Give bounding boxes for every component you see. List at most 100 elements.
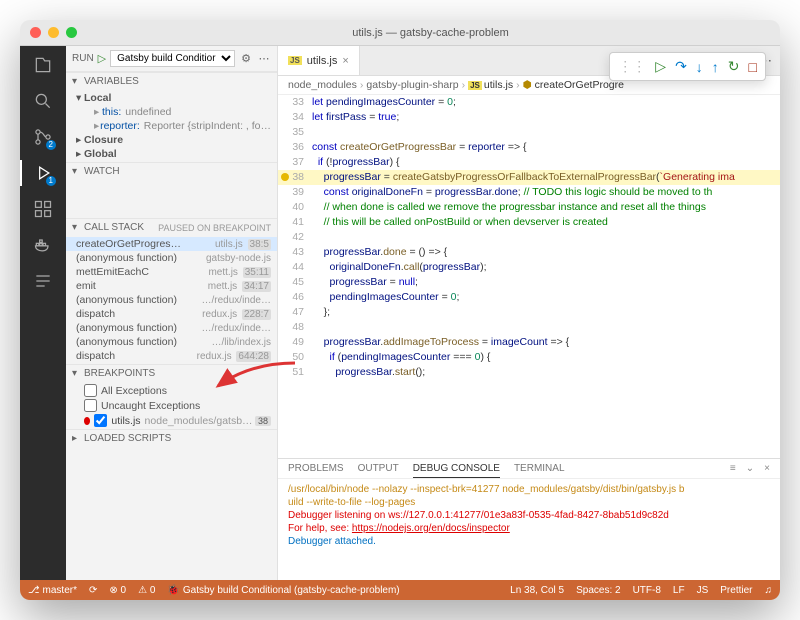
run-config-select[interactable]: Gatsby build Conditior <box>110 50 235 67</box>
variables-section: ▾VARIABLES ▾ Local▸ this:undefined▸ repo… <box>66 72 277 162</box>
callstack-status: PAUSED ON BREAKPOINT <box>158 223 271 233</box>
code-line[interactable]: 43 progressBar.done = () => { <box>278 245 780 260</box>
callstack-header[interactable]: ▾CALL STACKPAUSED ON BREAKPOINT <box>66 219 277 236</box>
sync-icon[interactable]: ⟳ <box>89 585 97 596</box>
code-line[interactable]: 44 originalDoneFn.call(progressBar); <box>278 260 780 275</box>
user-breakpoint[interactable]: utils.jsnode_modules/gatsby-plugi…38 <box>66 413 277 428</box>
branch-indicator[interactable]: ⎇ master* <box>28 585 77 596</box>
code-line[interactable]: 50 if (pendingImagesCounter === 0) { <box>278 350 780 365</box>
stack-frame[interactable]: (anonymous function)gatsby-node.js <box>66 251 277 265</box>
code-line[interactable]: 49 progressBar.addImageToProcess = image… <box>278 335 780 350</box>
breakpoints-title: BREAKPOINTS <box>84 368 155 379</box>
outline-icon[interactable] <box>32 270 54 292</box>
panel-tab-output[interactable]: OUTPUT <box>358 463 399 474</box>
window-title: utils.js — gatsby-cache-problem <box>91 27 770 39</box>
code-line[interactable]: 35 <box>278 125 780 140</box>
prettier-indicator[interactable]: Prettier <box>720 585 752 596</box>
feedback-icon[interactable]: ♫ <box>765 585 773 596</box>
stop-icon[interactable]: □ <box>749 58 757 75</box>
docker-icon[interactable] <box>32 234 54 256</box>
stack-frame[interactable]: dispatchredux.js 644:28 <box>66 349 277 363</box>
code-line[interactable]: 47 }; <box>278 305 780 320</box>
watch-header[interactable]: ▾WATCH <box>66 163 277 180</box>
language-indicator[interactable]: JS <box>697 585 709 596</box>
stack-frame[interactable]: createOrGetProgressBarutils.js 38:5 <box>66 237 277 251</box>
clear-icon[interactable]: ⌄ <box>746 463 754 474</box>
code-line[interactable]: 38 progressBar = createGatsbyProgressOrF… <box>278 170 780 185</box>
step-over-icon[interactable]: ↷ <box>675 58 687 75</box>
code-line[interactable]: 51 progressBar.start(); <box>278 365 780 380</box>
code-line[interactable]: 46 pendingImagesCounter = 0; <box>278 290 780 305</box>
continue-icon[interactable]: ▷ <box>655 58 666 75</box>
explorer-icon[interactable] <box>32 54 54 76</box>
debug-icon[interactable]: 1 <box>32 162 54 184</box>
stack-frame[interactable]: (anonymous function)…/redux/inde… <box>66 293 277 307</box>
variable-row[interactable]: ▸ this:undefined <box>66 105 277 119</box>
console-attached-line: Debugger attached. <box>288 535 770 548</box>
stack-frame[interactable]: (anonymous function)…/lib/index.js <box>66 335 277 349</box>
code-editor[interactable]: 33let pendingImagesCounter = 0;34let fir… <box>278 95 780 458</box>
errors-indicator[interactable]: ⊗ 0 <box>109 585 126 596</box>
builtin-breakpoint[interactable]: Uncaught Exceptions <box>66 398 277 413</box>
breakpoints-header[interactable]: ▾BREAKPOINTS <box>66 365 277 382</box>
code-line[interactable]: 41 // this will be called onPostBuild or… <box>278 215 780 230</box>
panel-tab-terminal[interactable]: TERMINAL <box>514 463 565 474</box>
scope-closure[interactable]: ▸ Closure <box>66 133 277 147</box>
loaded-scripts-header[interactable]: ▸LOADED SCRIPTS <box>66 430 277 447</box>
run-label: RUN <box>72 53 94 64</box>
watch-title: WATCH <box>84 166 120 177</box>
encoding-indicator[interactable]: UTF-8 <box>633 585 661 596</box>
more-icon[interactable]: ⋯ <box>257 51 271 67</box>
code-line[interactable]: 33let pendingImagesCounter = 0; <box>278 95 780 110</box>
scope-local[interactable]: ▾ Local <box>66 91 277 105</box>
tab-label: utils.js <box>307 55 338 67</box>
run-play-icon[interactable]: ▷ <box>98 52 106 65</box>
minimize-icon[interactable] <box>48 27 59 38</box>
warnings-indicator[interactable]: ⚠ 0 <box>138 585 155 596</box>
variables-header[interactable]: ▾VARIABLES <box>66 73 277 90</box>
variables-title: VARIABLES <box>84 76 139 87</box>
code-line[interactable]: 39 const originalDoneFn = progressBar.do… <box>278 185 780 200</box>
variable-row[interactable]: ▸ reporter:Reporter {stripIndent: , fo… <box>66 119 277 133</box>
scope-global[interactable]: ▸ Global <box>66 147 277 161</box>
code-line[interactable]: 48 <box>278 320 780 335</box>
panel-close-icon[interactable]: × <box>764 463 770 474</box>
panel-tab-problems[interactable]: PROBLEMS <box>288 463 344 474</box>
stack-frame[interactable]: mettEmitEachCmett.js 35:11 <box>66 265 277 279</box>
traffic-lights <box>30 27 77 38</box>
extensions-icon[interactable] <box>32 198 54 220</box>
stack-frame[interactable]: dispatchredux.js 228:7 <box>66 307 277 321</box>
search-icon[interactable] <box>32 90 54 112</box>
code-line[interactable]: 37 if (!progressBar) { <box>278 155 780 170</box>
step-in-icon[interactable]: ↓ <box>696 58 703 75</box>
code-line[interactable]: 42 <box>278 230 780 245</box>
grip-icon[interactable]: ⋮⋮ <box>618 58 646 75</box>
panel-tab-debug-console[interactable]: DEBUG CONSOLE <box>413 463 500 478</box>
restart-icon[interactable]: ↻ <box>728 58 740 75</box>
eol-indicator[interactable]: LF <box>673 585 685 596</box>
cursor-position[interactable]: Ln 38, Col 5 <box>510 585 564 596</box>
filter-icon[interactable]: ≡ <box>730 463 736 474</box>
console-help-line: For help, see: https://nodejs.org/en/doc… <box>288 522 770 535</box>
tab-close-icon[interactable]: × <box>342 55 348 67</box>
scm-icon[interactable]: 2 <box>32 126 54 148</box>
step-out-icon[interactable]: ↑ <box>712 58 719 75</box>
code-line[interactable]: 36const createOrGetProgressBar = reporte… <box>278 140 780 155</box>
code-line[interactable]: 40 // when done is called we remove the … <box>278 200 780 215</box>
gear-icon[interactable]: ⚙ <box>239 51 253 67</box>
console-ws-line: Debugger listening on ws://127.0.0.1:412… <box>288 509 770 522</box>
code-line[interactable]: 34let firstPass = true; <box>278 110 780 125</box>
debug-console-output[interactable]: /usr/local/bin/node --nolazy --inspect-b… <box>278 479 780 580</box>
code-line[interactable]: 45 progressBar = null; <box>278 275 780 290</box>
maximize-icon[interactable] <box>66 27 77 38</box>
stack-frame[interactable]: (anonymous function)…/redux/inde… <box>66 321 277 335</box>
tab-utilsjs[interactable]: JS utils.js × <box>278 46 360 75</box>
builtin-breakpoint[interactable]: All Exceptions <box>66 383 277 398</box>
close-icon[interactable] <box>30 27 41 38</box>
help-link[interactable]: https://nodejs.org/en/docs/inspector <box>352 523 510 534</box>
debug-session-label[interactable]: 🐞 Gatsby build Conditional (gatsby-cache… <box>167 585 399 596</box>
stack-frame[interactable]: emitmett.js 34:17 <box>66 279 277 293</box>
debug-toolbar[interactable]: ⋮⋮ ▷ ↷ ↓ ↑ ↻ □ <box>609 52 766 81</box>
indent-indicator[interactable]: Spaces: 2 <box>576 585 620 596</box>
debug-sidebar: RUN ▷ Gatsby build Conditior ⚙ ⋯ ▾VARIAB… <box>66 46 278 580</box>
